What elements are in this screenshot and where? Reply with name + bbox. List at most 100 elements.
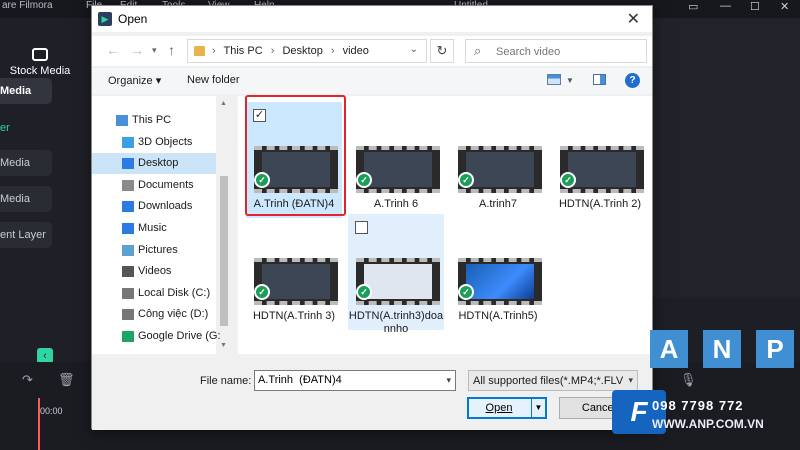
thumbnail-frame [364,264,432,299]
breadcrumb-desktop[interactable]: Desktop [282,45,322,57]
google-drive-icon [122,331,134,342]
file-name-input[interactable] [258,374,438,386]
file-item[interactable]: ✓ HDTN(A.Trinh5) [450,214,546,330]
delete-icon[interactable]: 🗑 [58,372,75,388]
nav-item-label: Công việc (D:) [138,308,209,321]
folder-icon [32,48,48,61]
stock-media-tab[interactable]: Stock Media [0,48,80,77]
nav-item-3d-objects[interactable]: 3D Objects [92,132,216,153]
open-dialog: ▶ Open ✕ ← → ▾ ↑ › This PC › Desktop › v… [91,5,653,430]
download-icon [122,201,134,213]
file-item[interactable]: ✓ HDTN(A.Trinh 3) [246,214,342,330]
nav-item-label: Pictures [138,243,178,256]
watermark-letter: P [756,330,794,368]
close-icon[interactable]: ✕ [627,9,640,29]
watermark-url: WWW.ANP.COM.VN [652,417,764,431]
dialog-title: Open [118,12,148,26]
breadcrumb-this-pc[interactable]: This PC [224,45,263,57]
file-item[interactable]: ✓ A.trinh7 [450,102,546,218]
forward-icon[interactable]: → [130,42,144,58]
chevron-down-icon[interactable]: ▾ [152,45,157,56]
breadcrumb-video[interactable]: video [343,45,369,57]
address-dropdown-icon[interactable]: ⌄ [410,44,418,55]
open-button-label: Open [485,402,513,414]
file-item[interactable]: ✓ HDTN(A.trinh3)doannho [348,214,444,335]
window-icon[interactable]: ▭ [688,0,698,13]
sidebar-media[interactable]: Media [0,78,52,104]
sync-check-icon: ✓ [458,284,474,300]
navigation-pane: ▲ ▼ This PC 3D Objects Desktop Documents Dow… [92,96,232,354]
file-name-label: File name: [200,375,252,387]
new-folder-button[interactable]: New folder [187,74,240,86]
address-row: ← → ▾ ↑ › This PC › Desktop › video ⌄ ↻ … [92,36,652,66]
watermark-phone: 098 7798 772 [652,398,744,413]
picture-icon [122,244,134,256]
nav-item-downloads[interactable]: Downloads [92,196,216,217]
chevron-down-icon[interactable]: ▾ [446,375,451,386]
nav-item-label: This PC [132,114,172,126]
thumbnail-frame [466,264,534,299]
app-right-panel [652,18,800,298]
file-item[interactable]: ✓ A.Trinh 6 [348,102,444,218]
file-name-field[interactable]: ▾ [254,370,456,391]
nav-item-label: Local Disk (C:) [138,286,211,299]
search-icon: ⌕ [474,43,482,58]
open-button[interactable]: Open ▼ [467,397,547,419]
nav-item-videos[interactable]: Videos [92,261,216,282]
organize-button[interactable]: Organize ▾ [108,74,161,87]
nav-item-desktop[interactable]: Desktop [92,153,216,175]
maximize-icon[interactable]: ☐ [750,0,760,13]
nav-item-label: Google Drive (G: [138,330,221,342]
anp-watermark: A N P [650,330,800,380]
back-icon[interactable]: ← [106,42,120,58]
close-app-icon[interactable]: ✕ [780,0,789,13]
refresh-icon[interactable]: ↻ [430,39,454,63]
sidebar-item-er[interactable]: er [0,115,52,141]
breadcrumb-sep: › [270,45,275,57]
nav-item-local-disk-c[interactable]: Local Disk (C:) [92,283,216,304]
dialog-toolbar: Organize ▾ New folder ▼ ? [92,68,652,94]
view-options-icon[interactable] [547,74,561,85]
folder-icon [194,46,205,56]
nav-item-c-ng-vi-c-d[interactable]: Công việc (D:) [92,304,216,325]
filmora-icon: ▶ [98,12,112,26]
open-dropdown-icon[interactable]: ▼ [531,399,545,417]
dialog-footer: File name: ▾ All supported files(*.MP4;*… [92,358,652,430]
nav-item-google-drive-g[interactable]: Google Drive (G: [92,326,221,347]
nav-item-label: Music [138,222,167,234]
nav-item-pictures[interactable]: Pictures [92,240,216,261]
sidebar-item-media-2[interactable]: Media [0,150,52,176]
sync-check-icon: ✓ [560,172,576,188]
preview-pane-icon[interactable] [593,74,606,85]
file-name-label: A.trinh7 [479,198,517,210]
disk-icon [122,287,134,299]
minimize-icon[interactable]: — [720,0,731,12]
help-icon[interactable]: ? [625,73,640,88]
sync-check-icon: ✓ [458,172,474,188]
file-name-label: HDTN(A.Trinh5) [458,310,538,322]
select-checkbox[interactable] [355,221,368,234]
nav-item-this-pc[interactable]: This PC [92,110,216,131]
document-icon [122,179,134,191]
file-item[interactable]: ✓ HDTN(A.Trinh 2) [552,102,648,218]
chevron-down-icon[interactable]: ▼ [566,76,574,85]
search-box[interactable]: ⌕ [465,39,647,63]
sidebar-item-layer[interactable]: ent Layer [0,222,52,248]
scroll-up-icon[interactable]: ▲ [220,100,227,107]
search-input[interactable] [496,44,636,59]
disk-icon [122,309,134,321]
nav-item-documents[interactable]: Documents [92,175,216,196]
scroll-thumb[interactable] [220,176,228,326]
thumbnail-frame [568,152,636,187]
sidebar-item-media-3[interactable]: Media [0,186,52,212]
nav-item-music[interactable]: Music [92,218,216,239]
nav-scrollbar[interactable]: ▲ ▼ [216,96,232,354]
file-type-select[interactable]: All supported files(*.MP4;*.FLV;* ▾ [468,370,638,391]
redo-icon[interactable]: ↷ [22,372,33,388]
scroll-down-icon[interactable]: ▼ [220,342,227,349]
cube-icon [122,136,134,148]
stock-media-label: Stock Media [9,65,71,77]
breadcrumb-sep: › [330,45,335,57]
up-icon[interactable]: ↑ [168,42,175,58]
address-bar[interactable]: › This PC › Desktop › video ⌄ [187,39,427,63]
